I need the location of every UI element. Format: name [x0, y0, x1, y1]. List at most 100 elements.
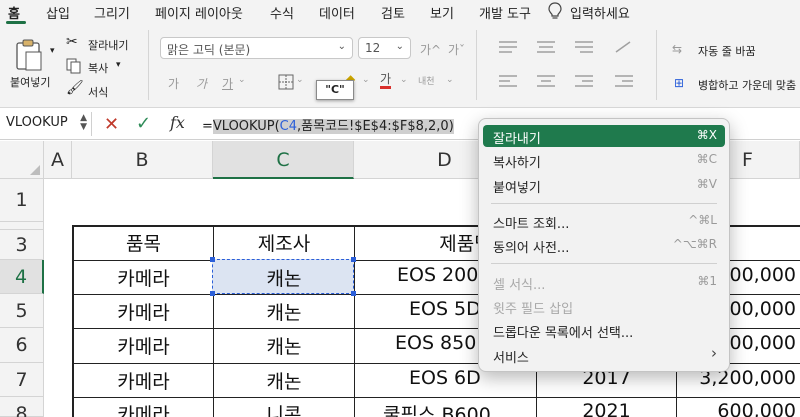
- font-size-select[interactable]: 12 ⌄: [358, 37, 411, 59]
- cell-e8[interactable]: 2021: [537, 400, 676, 417]
- menu-item-smart-lookup[interactable]: 스마트 조회... ^⌘L: [483, 210, 725, 232]
- formula-tail: ,품목코드!$E$4:$F$8,2,0): [297, 119, 454, 134]
- wrap-text-icon[interactable]: ⇆: [672, 42, 682, 56]
- insert-function-icon[interactable]: fx: [170, 113, 185, 132]
- tab-review[interactable]: 검토: [381, 3, 405, 22]
- copy-label[interactable]: 복사: [88, 60, 108, 76]
- paste-label[interactable]: 붙여넣기: [10, 74, 50, 90]
- font-name-value: 맑은 고딕 (본문): [167, 43, 251, 57]
- tab-data[interactable]: 데이터: [319, 3, 355, 22]
- row-header-5[interactable]: 5: [0, 294, 44, 328]
- indent-icon[interactable]: [614, 74, 634, 88]
- name-box-value: VLOOKUP: [6, 115, 68, 130]
- font-color-icon[interactable]: 가: [380, 73, 392, 89]
- cell-b5[interactable]: 카메라: [74, 298, 213, 325]
- menu-item-label: 복사하기: [493, 156, 541, 171]
- grow-font-icon[interactable]: 가^: [420, 41, 441, 58]
- scissors-icon[interactable]: ✂: [66, 34, 78, 50]
- cell-d8[interactable]: 쿨픽스 B600: [355, 400, 536, 417]
- align-bottom-icon[interactable]: [574, 40, 594, 54]
- cell-c8[interactable]: 니콘: [214, 400, 354, 417]
- table-header-item[interactable]: 품목: [74, 229, 213, 256]
- selection-handle[interactable]: [210, 291, 215, 296]
- wrap-text-label[interactable]: 자동 줄 바꿈: [698, 43, 756, 59]
- underline-icon[interactable]: 가: [222, 75, 233, 92]
- cell-b4[interactable]: 카메라: [74, 264, 213, 291]
- cell-b6[interactable]: 카메라: [74, 332, 213, 359]
- tab-insert[interactable]: 삽입: [46, 3, 70, 22]
- chevron-down-icon[interactable]: ⌄: [400, 75, 408, 85]
- row-header-7[interactable]: 7: [0, 363, 44, 397]
- row-header-3[interactable]: 3: [0, 230, 44, 260]
- row-header-4[interactable]: 4: [0, 260, 44, 294]
- align-center-icon[interactable]: [536, 74, 556, 88]
- ribbon-tab-bar: 홈 삽입 그리기 페이지 레이아웃 수식 데이터 검토 보기 개발 도구 입력하…: [0, 0, 800, 24]
- align-middle-icon[interactable]: [536, 40, 556, 54]
- cell-c5[interactable]: 캐논: [214, 298, 354, 325]
- menu-item-pick-from-dropdown[interactable]: 드롭다운 목록에서 선택...: [483, 319, 725, 341]
- merge-center-icon[interactable]: ⊞: [674, 76, 684, 90]
- row-header-6[interactable]: 6: [0, 328, 44, 363]
- chevron-down-icon[interactable]: ⌄: [362, 75, 370, 85]
- selection-handle[interactable]: [351, 257, 356, 262]
- tell-me-search[interactable]: 입력하세요: [570, 3, 630, 22]
- copy-dropdown-icon[interactable]: ▾: [116, 60, 121, 70]
- tab-home[interactable]: 홈: [8, 3, 20, 22]
- paste-dropdown-icon[interactable]: ▾: [50, 46, 55, 56]
- format-painter-label[interactable]: 서식: [88, 84, 108, 100]
- align-left-icon[interactable]: [498, 74, 518, 88]
- confirm-formula-icon[interactable]: ✓: [136, 113, 151, 134]
- cut-label[interactable]: 잘라내기: [88, 37, 128, 53]
- tab-developer[interactable]: 개발 도구: [479, 3, 531, 22]
- cancel-formula-icon[interactable]: ✕: [104, 114, 119, 135]
- menu-item-copy[interactable]: 복사하기 ⌘C: [483, 149, 725, 171]
- tab-view[interactable]: 보기: [430, 3, 454, 22]
- font-name-select[interactable]: 맑은 고딕 (본문) ⌄: [160, 37, 353, 59]
- cell-f8[interactable]: 600,000: [677, 400, 800, 417]
- chevron-down-icon[interactable]: ⌄: [296, 75, 304, 85]
- orientation-icon[interactable]: [614, 40, 634, 54]
- selection-handle[interactable]: [351, 291, 356, 296]
- cell-b8[interactable]: 카메라: [74, 400, 213, 417]
- italic-icon[interactable]: 가: [196, 75, 207, 92]
- select-all-button[interactable]: [0, 141, 44, 179]
- column-header-a[interactable]: A: [44, 141, 72, 179]
- selection-handle[interactable]: [210, 257, 215, 262]
- name-box-stepper-icon[interactable]: ▲ ▼: [80, 114, 87, 132]
- row-header-8[interactable]: 8: [0, 397, 44, 417]
- menu-item-cut[interactable]: 잘라내기 ⌘X: [483, 125, 725, 147]
- format-painter-icon[interactable]: 🖌: [66, 80, 84, 96]
- column-header-b[interactable]: B: [72, 141, 213, 179]
- phonetic-guide-icon[interactable]: 내천: [418, 74, 435, 87]
- menu-item-thesaurus[interactable]: 동의어 사전... ^⌥⌘R: [483, 234, 725, 256]
- cell-c4[interactable]: 캐논: [214, 264, 354, 291]
- merge-center-label[interactable]: 병합하고 가운데 맞춤: [698, 77, 796, 93]
- paste-icon[interactable]: [14, 38, 44, 72]
- tab-draw[interactable]: 그리기: [94, 3, 130, 22]
- formula-input[interactable]: =VLOOKUP(C4,품목코드!$E$4:$F$8,2,0): [202, 115, 454, 135]
- menu-item-services[interactable]: 서비스 ›: [483, 344, 725, 366]
- borders-icon[interactable]: [278, 74, 294, 90]
- align-right-icon[interactable]: [574, 74, 594, 88]
- bold-icon[interactable]: 가: [168, 75, 179, 92]
- chevron-down-icon[interactable]: ⌄: [446, 75, 454, 85]
- tab-page-layout[interactable]: 페이지 레이아웃: [155, 3, 243, 22]
- copy-icon[interactable]: [66, 58, 82, 74]
- name-box[interactable]: VLOOKUP ▲ ▼: [0, 112, 92, 136]
- menu-item-paste[interactable]: 붙여넣기 ⌘V: [483, 174, 725, 196]
- column-header-c[interactable]: C: [213, 141, 354, 179]
- menu-item-format-cells[interactable]: 셀 서식... ⌘1: [483, 271, 725, 293]
- row-header-1[interactable]: 1: [0, 179, 44, 222]
- shrink-font-icon[interactable]: 가ˇ: [448, 41, 465, 58]
- cell-c7[interactable]: 캐논: [214, 367, 354, 394]
- align-top-icon[interactable]: [498, 40, 518, 54]
- menu-item-insert-phonetic-field[interactable]: 윗주 필드 삽입: [483, 295, 725, 317]
- cell-c6[interactable]: 캐논: [214, 332, 354, 359]
- menu-separator: [491, 263, 717, 264]
- row-header-2[interactable]: 2: [0, 222, 44, 230]
- chevron-down-icon[interactable]: ⌄: [238, 75, 246, 85]
- font-size-value: 12: [365, 41, 381, 55]
- cell-b7[interactable]: 카메라: [74, 367, 213, 394]
- table-header-maker[interactable]: 제조사: [214, 229, 354, 256]
- tab-formulas[interactable]: 수식: [270, 3, 294, 22]
